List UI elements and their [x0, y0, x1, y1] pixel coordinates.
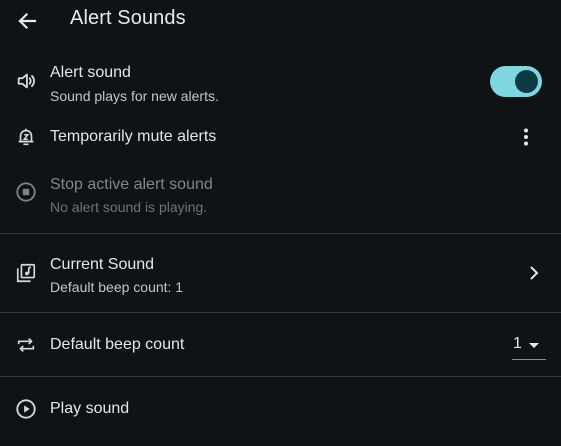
divider	[0, 312, 561, 313]
more-vert-icon[interactable]	[514, 125, 538, 149]
divider	[0, 233, 561, 234]
volume-icon	[14, 69, 38, 93]
beep-count-row: Default beep count	[0, 328, 561, 362]
repeat-icon	[14, 333, 38, 357]
stop-alert-label: Stop active alert sound	[50, 176, 213, 193]
stop-circle-icon	[14, 180, 38, 204]
alert-sound-description: Sound plays for new alerts.	[50, 88, 219, 104]
play-sound-row[interactable]: Play sound	[0, 392, 561, 426]
divider	[0, 376, 561, 377]
caret-down-icon	[529, 343, 539, 348]
beep-count-value: 1	[513, 335, 522, 352]
chevron-right-icon[interactable]	[522, 261, 546, 285]
select-underline	[512, 359, 546, 360]
alert-sound-row[interactable]: Alert sound Sound plays for new alerts.	[0, 56, 561, 112]
play-circle-icon	[14, 397, 38, 421]
alert-sound-label: Alert sound	[50, 64, 131, 81]
mute-alerts-label: Temporarily mute alerts	[50, 128, 217, 145]
current-sound-label: Current Sound	[50, 256, 155, 273]
mute-alerts-row[interactable]: Temporarily mute alerts	[0, 120, 561, 154]
toggle-knob	[515, 70, 538, 93]
beep-count-select[interactable]: 1	[512, 332, 546, 360]
stop-alert-description: No alert sound is playing.	[50, 199, 208, 215]
page-title: Alert Sounds	[70, 7, 186, 29]
current-sound-row[interactable]: Current Sound Default beep count: 1	[0, 248, 561, 304]
music-library-icon	[14, 261, 38, 285]
bell-timer-icon	[14, 125, 38, 149]
app-bar: Alert Sounds	[0, 0, 561, 42]
alert-sounds-screen: Alert Sounds Alert sound Sound plays for…	[0, 0, 561, 446]
beep-count-label: Default beep count	[50, 336, 185, 353]
stop-alert-row: Stop active alert sound No alert sound i…	[0, 168, 561, 224]
alert-sound-toggle[interactable]	[490, 66, 542, 97]
current-sound-description: Default beep count: 1	[50, 279, 184, 295]
arrow-left-icon[interactable]	[14, 8, 40, 34]
play-sound-label: Play sound	[50, 400, 130, 417]
